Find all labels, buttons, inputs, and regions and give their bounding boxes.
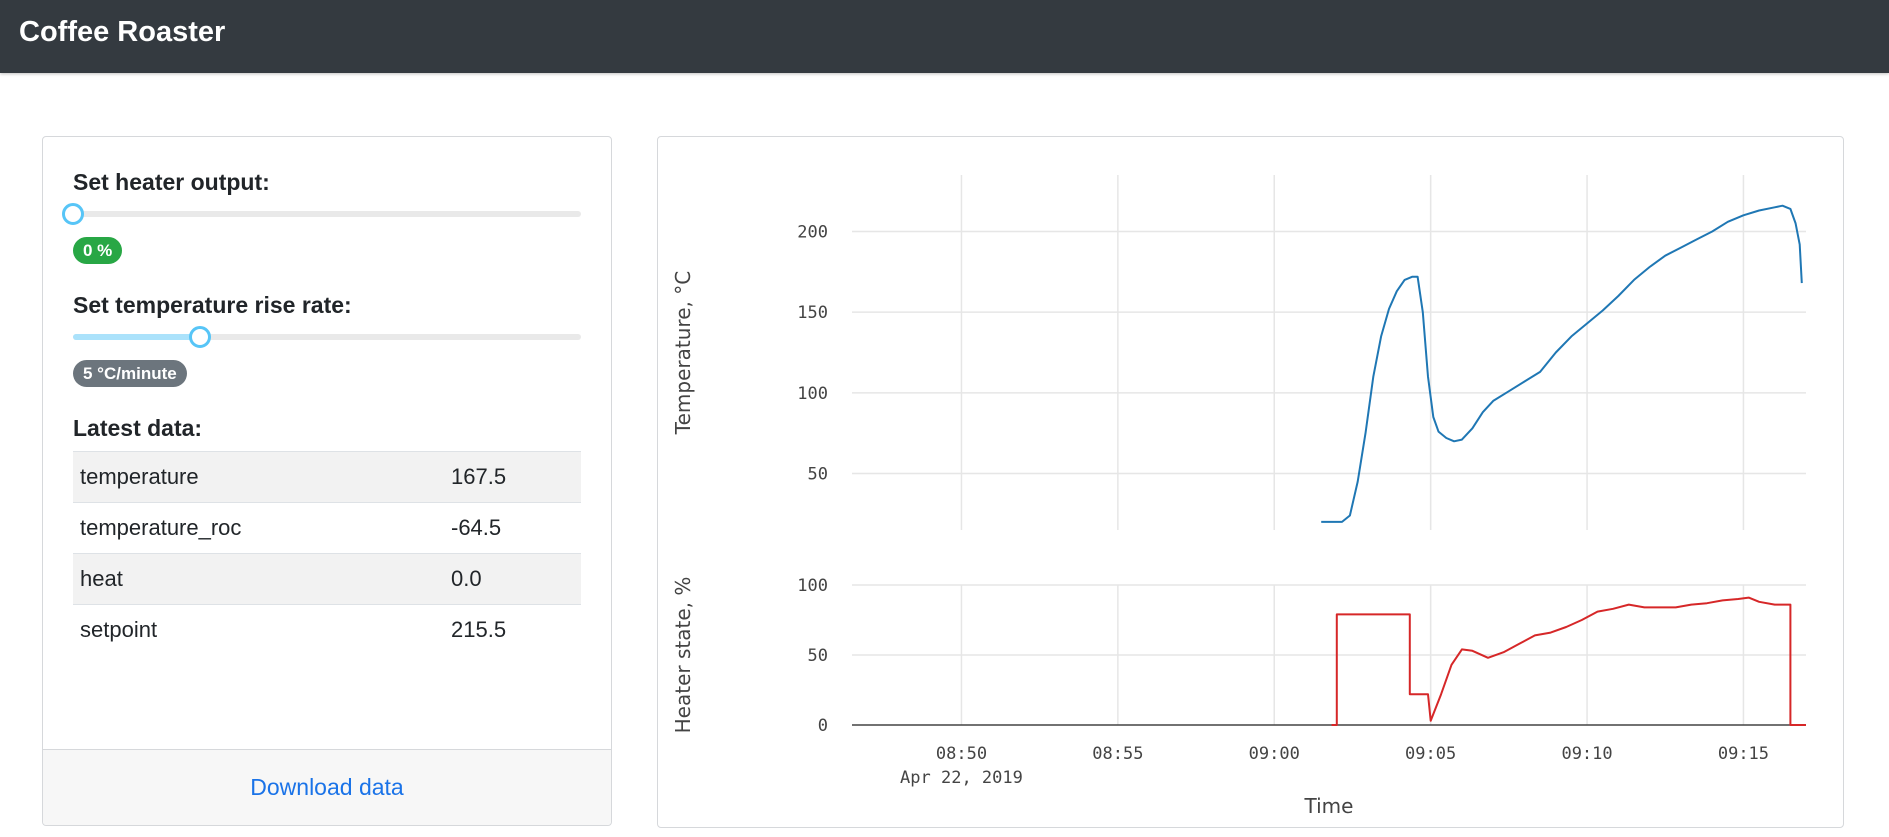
row-key: setpoint (73, 604, 444, 655)
slider-fill (73, 334, 200, 340)
latest-data-title: Latest data: (73, 415, 203, 441)
control-panel: Set heater output: 0 % Set temperature r… (42, 136, 612, 826)
row-value: 215.5 (444, 604, 581, 655)
download-data-link[interactable]: Download data (250, 774, 403, 801)
temperature-series-line (1321, 204, 1803, 523)
slider-handle[interactable] (189, 326, 211, 348)
control-panel-body: Set heater output: 0 % Set temperature r… (62, 167, 581, 655)
y-tick-label: 0 (818, 716, 828, 736)
row-key: temperature (73, 451, 444, 503)
app-title[interactable]: Coffee Roaster (19, 14, 225, 50)
y-tick-label: 100 (797, 576, 828, 596)
x-tick-label: 09:05 (1405, 744, 1456, 764)
y-tick-label: 200 (797, 222, 828, 242)
heater-output-slider[interactable] (62, 203, 581, 227)
rise-rate-label: Set temperature rise rate: (73, 292, 352, 318)
row-key: heat (73, 553, 444, 605)
table-row: heat 0.0 (73, 553, 581, 605)
rise-rate-badge: 5 °C/minute (73, 360, 187, 387)
x-tick-label: 09:00 (1249, 744, 1300, 764)
latest-data-table: temperature 167.5 temperature_roc -64.5 … (73, 451, 581, 655)
roast-chart[interactable]: 50 100 150 200 Temperature, °C 0 50 100 Heater s… (658, 137, 1843, 827)
heater-output-badge: 0 % (73, 237, 123, 264)
x-tick-label: 08:50 (936, 744, 987, 764)
y-tick-label: 50 (808, 465, 828, 485)
y-axis-title: Temperature, °C (671, 271, 695, 435)
row-key: temperature_roc (73, 502, 444, 554)
heater-series-line (1331, 596, 1806, 726)
y-tick-label: 50 (808, 646, 828, 666)
x-axis-title: Time (1304, 794, 1354, 818)
heater-control: Set heater output: 0 % (62, 167, 581, 264)
chart-panel: 50 100 150 200 Temperature, °C 0 50 100 Heater s… (657, 136, 1844, 828)
rise-rate-slider[interactable] (73, 326, 581, 350)
card-footer: Download data (43, 749, 611, 825)
row-value: 0.0 (444, 553, 581, 605)
table-row: setpoint 215.5 (73, 604, 581, 655)
row-value: -64.5 (444, 502, 581, 554)
row-value: 167.5 (444, 451, 581, 503)
x-tick-label: 08:55 (1092, 744, 1143, 764)
slider-track (73, 211, 581, 217)
table-row: temperature 167.5 (73, 451, 581, 503)
navbar: Coffee Roaster (0, 0, 1889, 73)
x-tick-sublabel: Apr 22, 2019 (900, 768, 1023, 788)
rise-rate-control: Set temperature rise rate: 5 °C/minute (73, 290, 581, 387)
y-axis-title: Heater state, % (671, 577, 695, 734)
x-tick-label: 09:15 (1718, 744, 1769, 764)
table-row: temperature_roc -64.5 (73, 502, 581, 554)
x-tick-label: 09:10 (1561, 744, 1612, 764)
y-tick-label: 150 (797, 303, 828, 323)
y-tick-label: 100 (797, 384, 828, 404)
heater-output-label: Set heater output: (73, 169, 270, 195)
slider-handle[interactable] (62, 203, 84, 225)
